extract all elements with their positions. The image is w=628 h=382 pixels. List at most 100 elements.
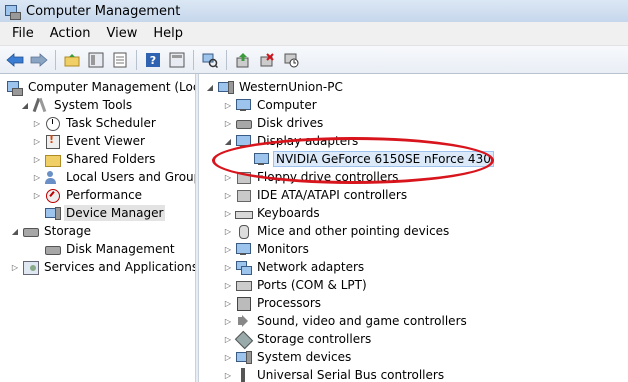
users-icon (44, 169, 60, 185)
computer-management-icon (6, 79, 23, 96)
tree-item-label: Computer Management (Local (28, 80, 195, 94)
device-category-sound-video-game[interactable]: ▷ Sound, video and game controllers (223, 312, 469, 330)
expand-arrow-icon[interactable]: ▷ (223, 222, 233, 240)
device-tree-root-label: WesternUnion-PC (239, 80, 343, 94)
expand-arrow-icon[interactable]: ▷ (32, 150, 42, 168)
help-icon[interactable]: ? (142, 49, 164, 71)
device-category-floppy-drive-controllers[interactable]: ▷ Floppy drive controllers (223, 168, 400, 186)
disk-management-icon (44, 241, 61, 257)
menu-bar: File Action View Help (0, 22, 628, 46)
device-category-computer[interactable]: ▷ Computer (223, 96, 319, 114)
device-category-network-adapters[interactable]: ▷ Network adapters (223, 258, 366, 276)
expand-arrow-icon[interactable]: ▷ (10, 258, 20, 276)
device-category-disk-drives[interactable]: ▷ Disk drives (223, 114, 325, 132)
update-driver-icon[interactable] (232, 49, 254, 71)
tree-item-shared-folders[interactable]: ▷ Shared Folders (32, 150, 157, 168)
expand-arrow-icon[interactable]: ▷ (223, 168, 233, 186)
tree-item-performance[interactable]: ▷ Performance (32, 186, 144, 204)
expand-arrow-icon[interactable]: ▷ (223, 276, 233, 294)
device-category-ports[interactable]: ▷ Ports (COM & LPT) (223, 276, 369, 294)
tree-item-label: Device Manager (64, 205, 166, 221)
tree-item-disk-management[interactable]: Disk Management (42, 240, 177, 258)
console-icon[interactable] (166, 49, 188, 71)
menu-view[interactable]: View (98, 23, 145, 45)
tree-item-system-tools[interactable]: ◢ System Tools (20, 96, 134, 114)
device-category-storage-controllers[interactable]: ▷ Storage controllers (223, 330, 373, 348)
expand-arrow-icon[interactable]: ▷ (223, 312, 233, 330)
display-adapter-icon (235, 133, 251, 149)
shared-folder-icon (44, 151, 61, 167)
services-icon (22, 259, 39, 275)
device-category-label: IDE ATA/ATAPI controllers (257, 188, 408, 202)
tree-item-task-scheduler[interactable]: ▷ Task Scheduler (32, 114, 158, 132)
expand-arrow-icon[interactable]: ▷ (223, 96, 233, 114)
device-category-monitors[interactable]: ▷ Monitors (223, 240, 311, 258)
expand-arrow-icon[interactable]: ▷ (32, 132, 42, 150)
toolbar: ? (0, 46, 628, 74)
console-tree-icon[interactable] (85, 49, 107, 71)
collapse-arrow-icon[interactable]: ◢ (20, 96, 30, 114)
expand-arrow-icon[interactable]: ▷ (223, 240, 233, 258)
device-category-system-devices[interactable]: ▷ System devices (223, 348, 353, 366)
uninstall-icon[interactable] (256, 49, 278, 71)
menu-help[interactable]: Help (145, 23, 191, 45)
scan-hardware-icon[interactable] (199, 49, 221, 71)
expand-arrow-icon[interactable]: ▷ (223, 348, 233, 366)
expand-arrow-icon[interactable]: ▷ (32, 168, 42, 186)
expand-arrow-icon[interactable]: ▷ (223, 186, 233, 204)
device-category-processors[interactable]: ▷ Processors (223, 294, 323, 312)
tree-item-services-and-applications[interactable]: ▷ Services and Applications (10, 258, 195, 276)
device-category-label: Computer (257, 98, 317, 112)
expand-arrow-icon[interactable]: ▷ (223, 366, 233, 382)
window-title: Computer Management (26, 3, 181, 19)
collapse-arrow-icon[interactable]: ◢ (205, 78, 215, 96)
expand-arrow-icon[interactable]: ▷ (223, 204, 233, 222)
expand-arrow-icon[interactable]: ▷ (223, 114, 233, 132)
mouse-icon (235, 223, 251, 239)
device-tree-root[interactable]: ◢ WesternUnion-PC (205, 78, 345, 96)
device-category-display-adapters[interactable]: ◢ Display adapters (223, 132, 360, 150)
expand-arrow-icon[interactable]: ▷ (32, 186, 42, 204)
device-category-label: Mice and other pointing devices (257, 224, 450, 238)
tree-item-label: Disk Management (66, 242, 175, 256)
tree-item-label: Shared Folders (66, 152, 156, 166)
expand-arrow-icon[interactable]: ▷ (223, 330, 233, 348)
back-icon[interactable] (4, 49, 26, 71)
processor-icon (235, 295, 251, 311)
collapse-arrow-icon[interactable]: ◢ (223, 132, 233, 150)
keyboard-icon (235, 205, 253, 221)
device-category-keyboards[interactable]: ▷ Keyboards (223, 204, 322, 222)
tree-item-device-manager[interactable]: Device Manager (42, 204, 166, 222)
toolbar-separator (193, 49, 194, 70)
tree-item-label: Storage (44, 224, 91, 238)
tree-item-local-users-and-groups[interactable]: ▷ Local Users and Groups (32, 168, 195, 186)
device-nvidia-geforce[interactable]: NVIDIA GeForce 6150SE nForce 430 (251, 150, 494, 168)
expand-arrow-icon[interactable]: ▷ (223, 294, 233, 312)
expand-arrow-icon[interactable]: ▷ (223, 258, 233, 276)
tree-item-event-viewer[interactable]: ▷ Event Viewer (32, 132, 147, 150)
device-category-usb-controllers[interactable]: ▷ Universal Serial Bus controllers (223, 366, 446, 382)
expand-arrow-icon[interactable]: ▷ (32, 114, 42, 132)
disable-icon[interactable] (280, 49, 302, 71)
floppy-controller-icon (235, 169, 251, 185)
system-device-icon (235, 349, 252, 365)
device-category-label: Processors (257, 296, 322, 310)
device-category-label: Network adapters (257, 260, 365, 274)
device-category-mice[interactable]: ▷ Mice and other pointing devices (223, 222, 451, 240)
collapse-arrow-icon[interactable]: ◢ (10, 222, 20, 240)
tree-item-computer-management[interactable]: Computer Management (Local (4, 78, 195, 96)
device-category-ide-ata-atapi[interactable]: ▷ IDE ATA/ATAPI controllers (223, 186, 409, 204)
performance-icon (44, 187, 60, 203)
menu-file[interactable]: File (4, 23, 42, 45)
menu-action[interactable]: Action (42, 23, 99, 45)
properties-icon[interactable] (109, 49, 131, 71)
up-folder-icon[interactable] (61, 49, 83, 71)
console-tree: Computer Management (Local ◢ System Tool… (0, 74, 195, 382)
forward-icon[interactable] (28, 49, 50, 71)
event-viewer-icon (44, 133, 60, 149)
tree-item-storage[interactable]: ◢ Storage (10, 222, 93, 240)
device-category-label: System devices (257, 350, 352, 364)
title-bar: Computer Management (0, 0, 628, 22)
disk-drive-icon (235, 115, 252, 131)
port-icon (235, 277, 252, 293)
